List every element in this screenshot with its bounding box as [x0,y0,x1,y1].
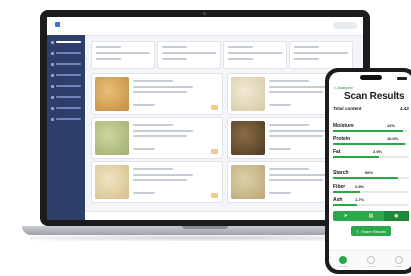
metric-bar-track [333,191,409,193]
sidebar-item[interactable] [51,104,81,112]
metric-bar-fill [333,204,358,206]
filter-card[interactable] [157,41,221,69]
nav-item-settings[interactable] [395,255,403,267]
share-icon: ⇪ [355,228,360,234]
metric-value: 1.7% [355,197,365,202]
sample-card[interactable] [91,161,223,203]
metric-bar-track [333,156,409,158]
metric-bar-fill [333,156,379,158]
sidebar-item[interactable] [51,82,81,90]
app-footer [85,211,363,220]
back-button[interactable]: < Analyzer [334,85,353,90]
metric-row: Starch 66% [333,170,409,184]
metric-row: Fat 2.0% [333,149,409,163]
status-badge [211,149,218,154]
battery-icon [397,77,407,80]
metric-bar-track [333,143,409,145]
grain-image [95,121,129,155]
settings-icon [395,255,403,264]
filter-card[interactable] [289,41,353,69]
sidebar [47,35,85,220]
sidebar-item[interactable] [51,71,81,79]
analyze-icon [339,255,347,264]
share-results-button[interactable]: ⇪ Share Results [351,226,391,236]
bottom-nav [329,250,411,270]
sample-card[interactable] [91,73,223,115]
dynamic-island [360,75,382,80]
sample-card[interactable] [91,117,223,159]
nav-item-history[interactable] [367,255,375,267]
user-menu[interactable] [333,22,357,29]
metric-bar-track [333,204,409,206]
metric-value: 66% [365,170,374,175]
laptop-camera [203,12,206,15]
history-icon [367,255,375,264]
status-badge [211,193,218,198]
sidebar-item[interactable] [51,93,81,101]
metric-bar-fill [333,130,403,132]
laptop-notch [182,226,228,229]
metric-value: 2.9% [355,184,365,189]
metric-label: Starch [333,170,349,176]
grain-image [231,165,265,199]
app-logo [55,22,62,28]
filter-card[interactable] [91,41,155,69]
metric-value: 10.0% [387,136,399,141]
nav-item-analyze[interactable] [339,255,347,267]
sidebar-item[interactable] [51,115,81,123]
grain-image [95,165,129,199]
metric-bar-fill [333,191,360,193]
grain-image [95,77,129,111]
metric-bar-track [333,177,409,179]
metric-label: Protein [333,136,351,142]
sidebar-item[interactable] [51,38,81,46]
total-content-value: 4.42 [400,106,409,111]
metric-value: 2.0% [373,149,383,154]
grain-image [231,77,265,111]
metric-label: Ash [333,197,343,203]
tab-camera[interactable]: ◉ [383,211,409,221]
sidebar-item[interactable] [51,60,81,68]
metric-row: Protein 10.0% [333,136,409,150]
sidebar-item[interactable] [51,49,81,57]
filter-card[interactable] [223,41,287,69]
total-content-row: Total content 4.42 [333,106,409,111]
metric-label: Fat [333,149,341,155]
tab-report[interactable]: ▤ [358,211,383,221]
metric-row: Ash 1.7% [333,197,409,211]
grain-image [231,121,265,155]
metric-bar-fill [333,143,406,145]
metric-row: Fiber 2.9% [333,184,409,198]
metric-label: Moisture [333,123,354,129]
status-badge [211,105,218,110]
metric-row: Moisture 12% [333,123,409,137]
result-tabbar: ➤ ▤ ◉ [333,211,409,221]
page-title: Scan Results [344,91,405,102]
share-results-label: Share Results [361,228,387,234]
tab-location[interactable]: ➤ [333,211,358,221]
total-content-label: Total content [333,106,362,111]
metric-bar-fill [333,177,398,179]
metric-bar-track [333,130,409,132]
laptop-screen [47,17,363,220]
phone-screen: < Analyzer Scan Results Total content 4.… [329,72,411,270]
metric-value: 12% [387,123,396,128]
app-topbar [47,17,363,36]
metric-label: Fiber [333,184,346,190]
